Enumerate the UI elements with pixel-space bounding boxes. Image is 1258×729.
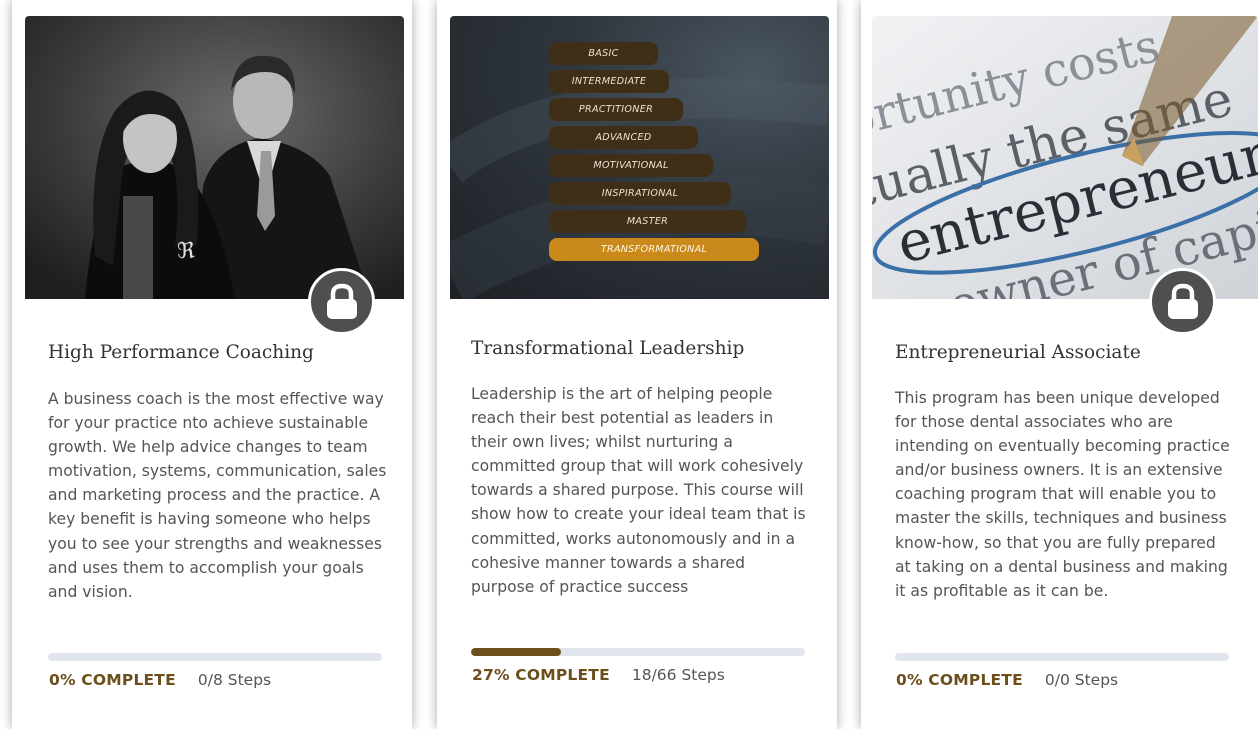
progress-bar [471, 648, 805, 656]
course-description: This program has been unique developed f… [895, 389, 1230, 600]
course-thumbnail-coaches-photo[interactable]: ℜ [25, 16, 404, 299]
steps-count: 0/8 Steps [197, 671, 272, 689]
ladder-rung: MOTIVATIONAL [549, 154, 713, 177]
progress-bar [895, 653, 1229, 661]
ladder-rung: INTERMEDIATE [549, 70, 669, 93]
course-title[interactable]: Entrepreneurial Associate [895, 342, 1141, 363]
course-card-high-performance-coaching[interactable]: ℜ High Performance Coaching A business c… [12, 0, 412, 729]
course-title[interactable]: High Performance Coaching [48, 342, 314, 363]
ladder-rung: INSPIRATIONAL [549, 182, 731, 205]
locked-badge [1149, 268, 1216, 335]
ladder-rung: MASTER [549, 210, 746, 233]
lock-icon [1168, 283, 1198, 319]
course-title[interactable]: Transformational Leadership [471, 338, 744, 359]
course-card-entrepreneurial-associate[interactable]: ortunity costs tually the same entrepren… [861, 0, 1258, 729]
progress-bar-fill [471, 648, 562, 656]
progress-status: 0% COMPLETE 0/8 Steps [49, 671, 271, 689]
ladder-rung: PRACTITIONER [549, 98, 683, 121]
progress-status: 27% COMPLETE 18/66 Steps [472, 666, 725, 684]
course-thumbnail-entrepreneurs-photo[interactable]: ortunity costs tually the same entrepren… [872, 16, 1258, 299]
lock-icon [327, 283, 357, 319]
steps-count: 0/0 Steps [1044, 671, 1119, 689]
course-card-transformational-leadership[interactable]: BASIC INTERMEDIATE PRACTITIONER ADVANCED… [437, 0, 837, 729]
locked-badge [308, 268, 375, 335]
progress-percent-label: 0% COMPLETE [49, 671, 176, 689]
steps-count: 18/66 Steps [631, 666, 725, 684]
progress-percent-label: 0% COMPLETE [896, 671, 1023, 689]
entrepreneurs-text-photo-image: ortunity costs tually the same entrepren… [872, 16, 1258, 299]
course-thumbnail-leadership-ladder[interactable]: BASIC INTERMEDIATE PRACTITIONER ADVANCED… [450, 16, 829, 299]
course-description: Leadership is the art of helping people … [471, 385, 806, 596]
course-description: A business coach is the most effective w… [48, 390, 387, 601]
progress-status: 0% COMPLETE 0/0 Steps [896, 671, 1118, 689]
ladder-rung-highlighted: TRANSFORMATIONAL [549, 238, 759, 261]
coaches-photo-image: ℜ [25, 16, 404, 299]
ladder-rung: ADVANCED [549, 126, 698, 149]
progress-bar [48, 653, 382, 661]
svg-text:ℜ: ℜ [177, 239, 195, 264]
progress-percent-label: 27% COMPLETE [472, 666, 610, 684]
ladder-rung: BASIC [549, 42, 658, 65]
